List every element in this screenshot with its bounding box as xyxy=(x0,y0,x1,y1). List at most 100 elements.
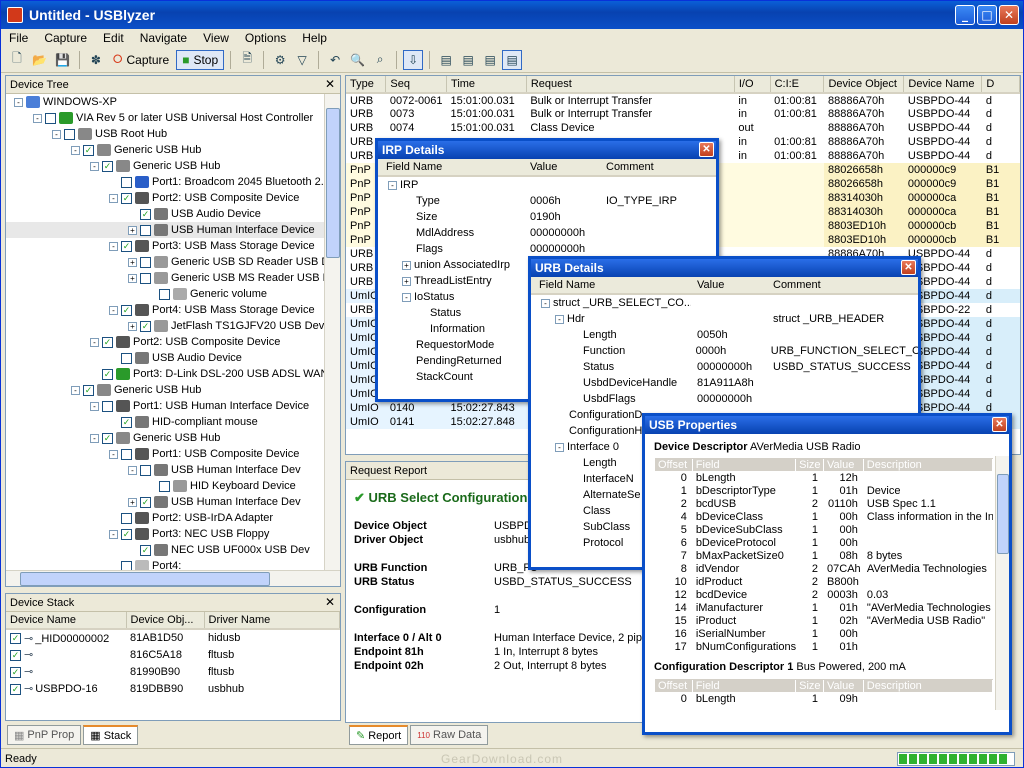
collapse-icon[interactable]: - xyxy=(90,161,99,171)
tree-checkbox[interactable]: ✓ xyxy=(140,208,151,220)
column-header[interactable]: Value xyxy=(824,458,864,471)
menu-file[interactable]: File xyxy=(1,31,36,45)
tree-item[interactable]: USB Audio Device xyxy=(6,350,324,366)
collapse-icon[interactable]: - xyxy=(90,433,99,443)
document-icon[interactable]: 🗎 xyxy=(237,50,257,70)
tree-item[interactable]: - USB Human Interface Dev xyxy=(6,462,324,478)
expand-icon[interactable]: + xyxy=(402,276,411,286)
table-row[interactable]: URB 0074 15:01:00.031 Class Device out 88886A… xyxy=(346,121,1020,135)
tree-checkbox[interactable]: ✓ xyxy=(83,144,94,156)
column-driver-name[interactable]: Driver Name xyxy=(204,612,340,630)
property-row[interactable]: 15 iProduct 1 02h "AVerMedia USB Radio" xyxy=(655,614,993,627)
tree-checkbox[interactable] xyxy=(121,448,132,460)
tree-item[interactable]: Port1: Broadcom 2045 Bluetooth 2.0 xyxy=(6,174,324,190)
tab-raw-data[interactable]: 110 Raw Data xyxy=(410,725,489,745)
tree-checkbox[interactable] xyxy=(140,256,151,268)
maximize-button[interactable]: □ xyxy=(977,5,997,25)
column-value[interactable]: Value xyxy=(524,161,600,173)
column-header[interactable]: Offset xyxy=(655,679,693,692)
menu-navigate[interactable]: Navigate xyxy=(132,31,195,45)
property-row[interactable]: 8 idVendor 2 07CAh AVerMedia Technologies xyxy=(655,562,993,575)
tree-checkbox[interactable] xyxy=(102,400,113,412)
table-row[interactable]: URB 0072-0061 15:01:00.031 Bulk or Interrup… xyxy=(346,93,1020,107)
tree-item[interactable]: + ✓ JetFlash TS1GJFV20 USB Devi xyxy=(6,318,324,334)
column-header[interactable]: Device Object xyxy=(823,76,905,94)
menu-capture[interactable]: Capture xyxy=(36,31,95,45)
column-header[interactable]: Request xyxy=(526,76,735,94)
tree-item[interactable]: + USB Human Interface Device xyxy=(6,222,324,238)
property-row[interactable]: 10 idProduct 2 B800h xyxy=(655,575,993,588)
scroll-thumb[interactable] xyxy=(997,474,1009,554)
column-header[interactable]: D xyxy=(981,76,1020,94)
tree-item[interactable]: - VIA Rev 5 or later USB Universal Host C… xyxy=(6,110,324,126)
stack-checkbox[interactable]: ✓ xyxy=(10,666,21,678)
column-comment[interactable]: Comment xyxy=(767,279,821,291)
column-header[interactable]: Offset xyxy=(655,458,693,471)
save-icon[interactable]: 💾 xyxy=(52,50,73,70)
property-row[interactable]: 0 bLength 1 12h xyxy=(655,471,993,484)
property-row[interactable]: 0 bLength 1 09h xyxy=(655,692,993,705)
tree-item[interactable]: + Generic USB MS Reader USB De xyxy=(6,270,324,286)
tree-item[interactable]: - ✓ Port3: USB Mass Storage Device xyxy=(6,238,324,254)
column-device-object[interactable]: Device Obj... xyxy=(126,612,205,630)
menu-help[interactable]: Help xyxy=(294,31,335,45)
stop-button[interactable]: ■ Stop xyxy=(176,49,225,70)
find-icon[interactable]: 🔍 xyxy=(347,50,368,70)
collapse-icon[interactable]: - xyxy=(71,145,80,155)
column-header[interactable]: Type xyxy=(346,76,387,94)
detail-row[interactable]: MdlAddress 00000000h xyxy=(378,225,716,241)
tree-item[interactable]: + ✓ USB Human Interface Dev xyxy=(6,494,324,510)
minimize-button[interactable]: _ xyxy=(955,5,975,25)
detail-row[interactable]: Type 0006h IO_TYPE_IRP xyxy=(378,193,716,209)
column-header[interactable]: I/O xyxy=(734,76,771,94)
column-header[interactable]: Device Name xyxy=(903,76,983,94)
find-next-icon[interactable]: ⌕ xyxy=(370,50,390,70)
go-back-icon[interactable]: ↶ xyxy=(325,50,345,70)
detail-row[interactable]: - struct _URB_SELECT_CO... xyxy=(531,295,918,311)
capture-settings-icon[interactable]: ✽ xyxy=(86,50,106,70)
column-value[interactable]: Value xyxy=(691,279,767,291)
column-header[interactable]: Description xyxy=(864,458,993,471)
collapse-icon[interactable]: - xyxy=(109,305,118,315)
collapse-icon[interactable]: - xyxy=(555,314,564,324)
collapse-icon[interactable]: - xyxy=(555,442,564,452)
tree-checkbox[interactable]: ✓ xyxy=(83,384,94,396)
device-tree-hscroll[interactable] xyxy=(6,570,340,586)
tree-checkbox[interactable] xyxy=(159,288,170,300)
column-header[interactable]: Field xyxy=(693,679,797,692)
tree-checkbox[interactable]: ✓ xyxy=(121,528,132,540)
stack-checkbox[interactable]: ✓ xyxy=(10,683,21,695)
window-2-icon[interactable]: ▤ xyxy=(458,50,478,70)
table-row[interactable]: ✓ ⊸ _HID00000002 81AB1D50 hidusb xyxy=(6,629,340,646)
property-row[interactable]: 14 iManufacturer 1 01h "AVerMedia Technologi… xyxy=(655,601,993,614)
tree-checkbox[interactable]: ✓ xyxy=(140,320,151,332)
property-row[interactable]: 5 bDeviceSubClass 1 00h xyxy=(655,523,993,536)
property-row[interactable]: 4 bDeviceClass 1 00h Class information in th… xyxy=(655,510,993,523)
collapse-icon[interactable]: - xyxy=(52,129,61,139)
filter-settings-icon[interactable]: ⚙ xyxy=(270,50,290,70)
close-icon[interactable]: ✕ xyxy=(325,77,335,91)
tree-item[interactable]: - ✓ Port4: USB Mass Storage Device xyxy=(6,302,324,318)
property-row[interactable]: 16 iSerialNumber 1 00h xyxy=(655,627,993,640)
scroll-thumb[interactable] xyxy=(20,572,270,586)
tree-checkbox[interactable]: ✓ xyxy=(140,544,151,556)
detail-row[interactable]: UsbdDeviceHandle 81A911A8h xyxy=(531,375,918,391)
collapse-icon[interactable]: - xyxy=(109,241,118,251)
tree-checkbox[interactable] xyxy=(121,176,132,188)
tree-checkbox[interactable] xyxy=(140,464,151,476)
expand-icon[interactable]: + xyxy=(128,497,137,507)
tree-item[interactable]: - USB Root Hub xyxy=(6,126,324,142)
tree-checkbox[interactable]: ✓ xyxy=(102,432,113,444)
tree-item[interactable]: + Generic USB SD Reader USB De xyxy=(6,254,324,270)
tree-checkbox[interactable]: ✓ xyxy=(121,416,132,428)
stack-checkbox[interactable]: ✓ xyxy=(10,633,21,645)
tree-item[interactable]: - ✓ Generic USB Hub xyxy=(6,142,324,158)
tree-item[interactable]: - Port1: USB Composite Device xyxy=(6,446,324,462)
collapse-icon[interactable]: - xyxy=(128,465,137,475)
new-icon[interactable]: 🗋 xyxy=(7,50,27,70)
menu-options[interactable]: Options xyxy=(237,31,294,45)
tree-item[interactable]: HID Keyboard Device xyxy=(6,478,324,494)
menu-view[interactable]: View xyxy=(195,31,237,45)
column-header[interactable]: Seq xyxy=(385,76,448,94)
detail-row[interactable]: Size 0190h xyxy=(378,209,716,225)
